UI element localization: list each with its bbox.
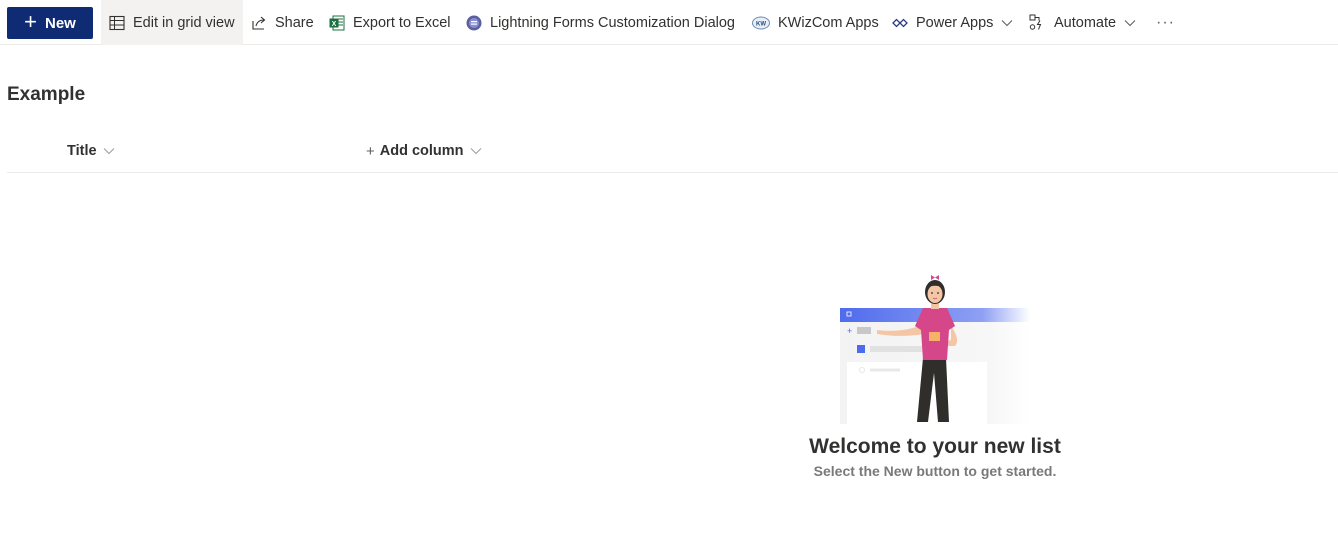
new-button-label: New [45,14,76,32]
automate-icon [1029,14,1046,31]
column-header-title-label: Title [67,143,97,159]
chevron-down-icon [103,147,115,155]
lightning-forms-icon [466,15,482,31]
list-title: Example [7,84,86,105]
export-to-excel-label: Export to Excel [353,14,451,31]
kwizcom-apps-label: KWizCom Apps [778,14,879,31]
chevron-down-icon [1124,19,1136,27]
new-button[interactable]: + New [7,7,93,39]
excel-icon: X [329,15,345,31]
chevron-down-icon [1001,19,1013,27]
automate-button[interactable]: Automate [1029,0,1136,45]
lightning-forms-button[interactable]: Lightning Forms Customization Dialog [466,0,735,45]
automate-label: Automate [1054,14,1117,31]
chevron-down-icon [470,147,482,155]
export-to-excel-button[interactable]: X Export to Excel [329,0,451,45]
plus-icon: + [24,9,37,34]
kwizcom-apps-button[interactable]: KW KWizCom Apps [752,0,879,45]
plus-icon: + [366,142,375,160]
share-icon [251,15,267,31]
svg-text:X: X [332,20,337,27]
header-divider [7,172,1338,173]
edit-in-grid-view-label: Edit in grid view [133,14,235,31]
lightning-forms-label: Lightning Forms Customization Dialog [490,14,735,31]
empty-state-subtitle: Select the New button to get started. [813,463,1057,479]
add-column-label: Add column [379,143,464,159]
share-label: Share [275,14,314,31]
power-apps-label: Power Apps [916,14,994,31]
grid-icon [109,15,125,31]
svg-text:KW: KW [756,21,766,27]
more-options-button[interactable]: ··· [1156,0,1175,45]
edit-in-grid-view-button[interactable]: Edit in grid view [101,0,243,45]
command-bar: + New Edit in grid view Share X Export t… [0,0,1338,45]
column-header-title[interactable]: Title [67,138,115,164]
add-column-button[interactable]: + Add column [366,138,482,164]
empty-list-illustration: + [840,275,1030,424]
power-apps-button[interactable]: Power Apps [892,0,1013,45]
share-button[interactable]: Share [251,0,314,45]
empty-state-title: Welcome to your new list [809,435,1061,458]
kwizcom-icon: KW [752,16,770,30]
svg-text:+: + [847,326,852,336]
more-icon: ··· [1156,13,1175,31]
power-apps-icon [892,15,908,31]
